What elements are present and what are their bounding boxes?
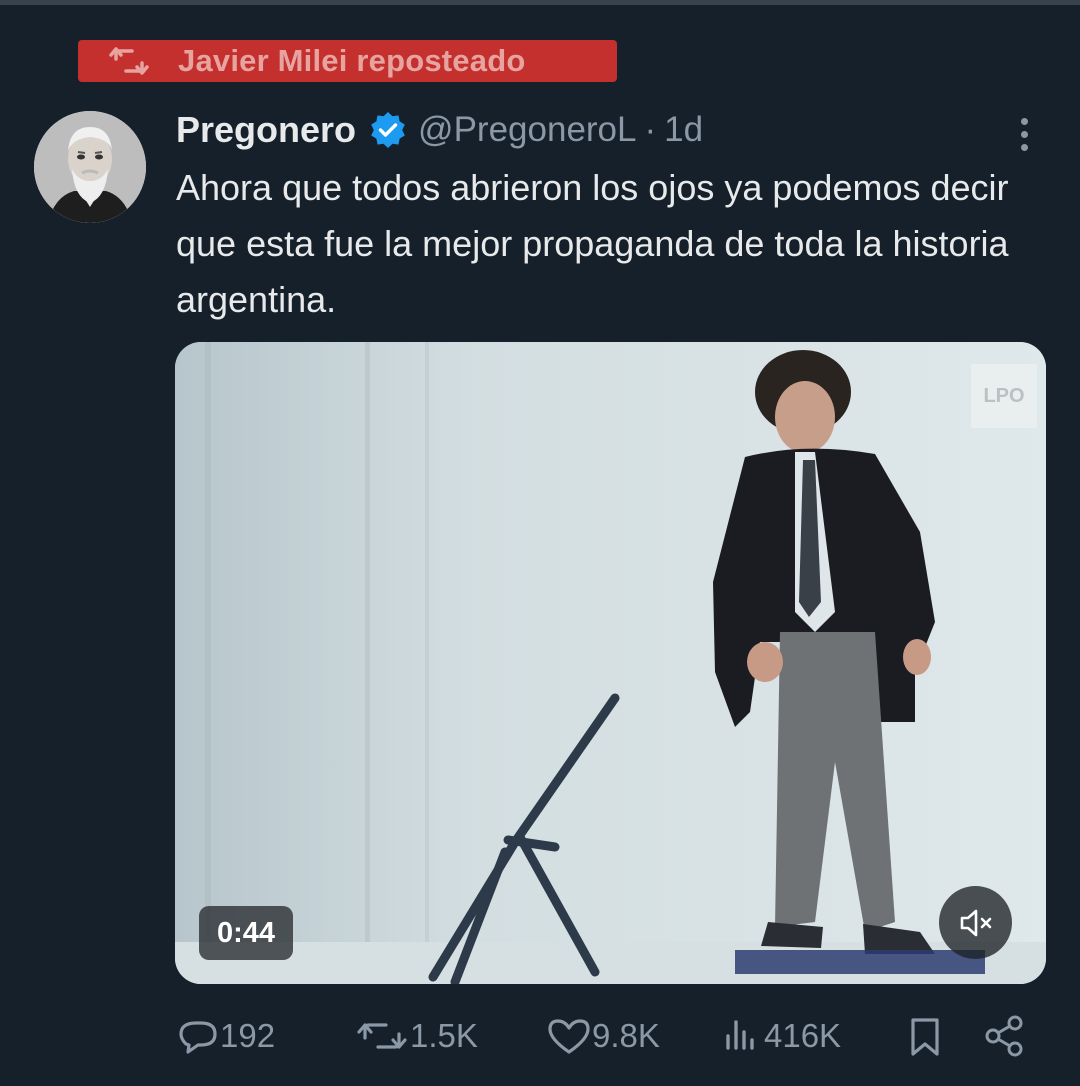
watermark-logo: LPO [971, 364, 1037, 428]
more-dot-icon [1020, 130, 1028, 138]
repost-icon [109, 47, 149, 75]
verified-badge-icon[interactable] [370, 112, 406, 148]
repost-action-icon [357, 1023, 407, 1049]
mute-button[interactable] [939, 886, 1012, 959]
repost-button[interactable]: 1.5K [356, 1008, 478, 1064]
repost-label: Javier Milei reposteado [178, 43, 526, 78]
tweet-page: Javier Milei reposteado Pregonero @Prego… [0, 0, 1080, 1086]
views-count: 416K [764, 1017, 842, 1054]
reply-count: 192 [220, 1017, 276, 1054]
action-bar: 192 1.5K 9.8K 416K [0, 1008, 1080, 1064]
more-dot-icon [1020, 143, 1028, 151]
video-duration: 0:44 [199, 906, 293, 960]
like-count: 9.8K [592, 1017, 660, 1054]
share-icon [985, 1015, 1023, 1057]
bookmark-button[interactable] [905, 1008, 945, 1064]
repost-count: 1.5K [410, 1017, 478, 1054]
top-divider [0, 0, 1080, 5]
views-chart-icon [726, 1020, 754, 1050]
bookmark-icon [911, 1018, 939, 1056]
video-frame [175, 342, 1046, 984]
tweet-text: Ahora que todos abrieron los ojos ya pod… [176, 167, 1009, 320]
tweet-header: Pregonero @PregoneroL · 1d [176, 106, 703, 154]
like-button[interactable]: 9.8K [546, 1008, 660, 1064]
author-handle[interactable]: @PregoneroL [418, 110, 636, 150]
heart-icon [548, 1019, 590, 1054]
avatar[interactable] [34, 111, 146, 223]
views-button[interactable]: 416K [720, 1008, 841, 1064]
reply-button[interactable]: 192 [176, 1008, 275, 1064]
muted-speaker-icon [960, 909, 991, 936]
avatar-portrait [34, 111, 146, 223]
video-player[interactable]: LPO 0:44 [175, 342, 1046, 984]
reply-icon [179, 1021, 217, 1054]
share-button[interactable] [982, 1008, 1026, 1064]
author-name[interactable]: Pregonero [176, 109, 356, 151]
tweet-timestamp[interactable]: 1d [664, 110, 703, 150]
more-dot-icon [1020, 117, 1028, 125]
more-options-button[interactable] [1004, 112, 1044, 156]
repost-context[interactable]: Javier Milei reposteado [78, 40, 617, 82]
header-separator: · [644, 110, 657, 149]
